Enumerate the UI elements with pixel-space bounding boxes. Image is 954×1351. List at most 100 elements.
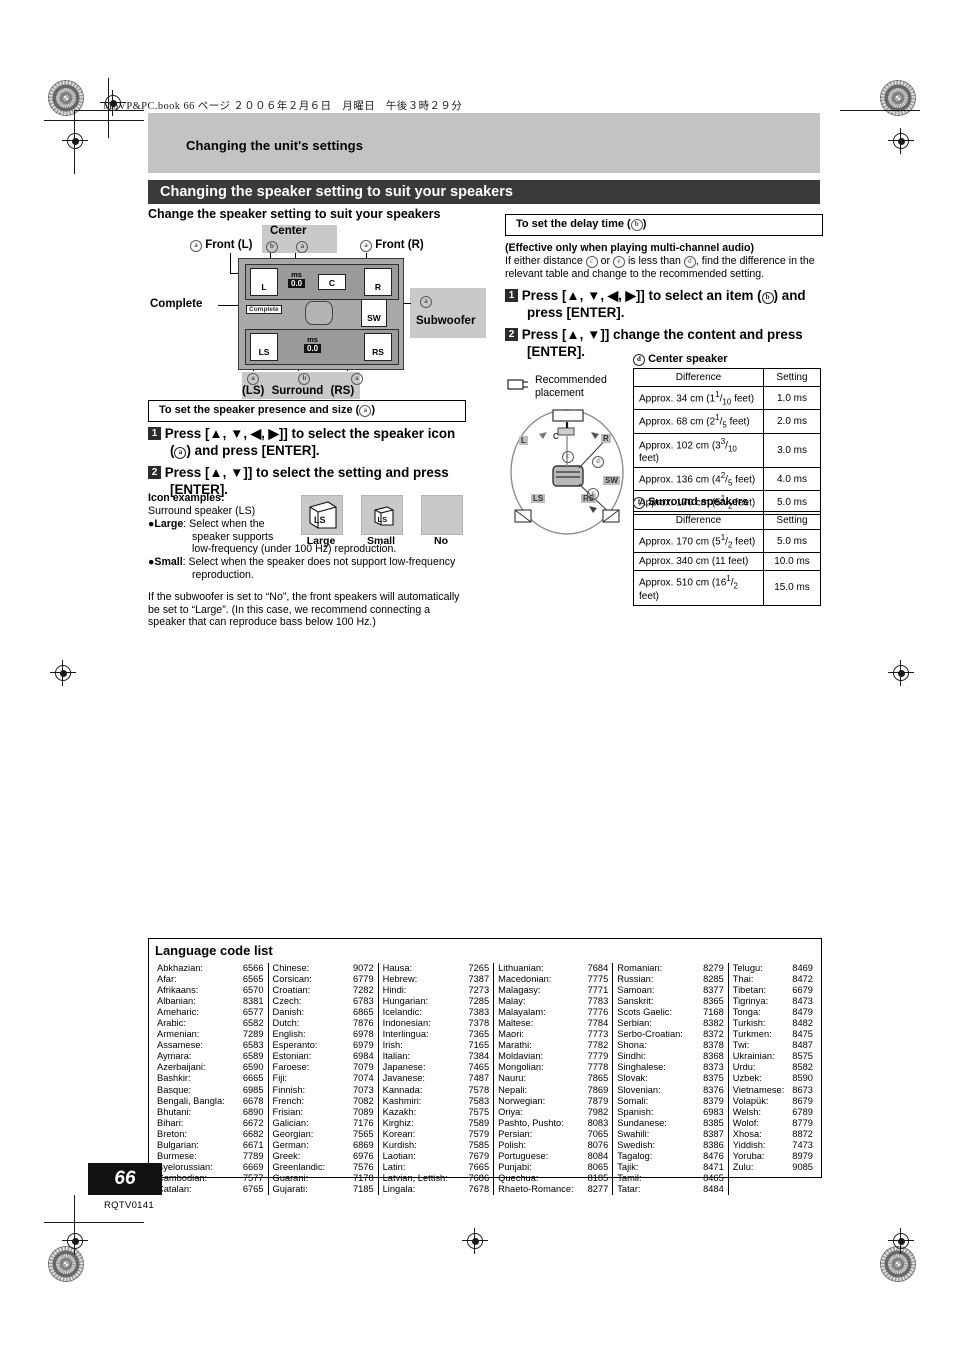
language-row: Faroese: 7079 <box>273 1062 374 1073</box>
language-row: Spanish: 6983 <box>617 1107 724 1118</box>
language-row: Malagasy: 7771 <box>498 985 608 996</box>
language-row: Xhosa: 8872 <box>733 1129 813 1140</box>
language-code: 7665 <box>468 1161 490 1172</box>
language-row: Oriya: 7982 <box>498 1107 608 1118</box>
complete-button[interactable]: Complete <box>246 305 282 314</box>
registration-mark-ml <box>50 660 76 686</box>
language-name: Arabic: <box>157 1018 186 1029</box>
speaker-icon-r[interactable]: R <box>364 268 392 296</box>
language-code: 7678 <box>468 1183 490 1194</box>
speaker-l-label: L <box>261 282 267 292</box>
language-code: 8378 <box>703 1040 724 1051</box>
speaker-icon-rs[interactable]: RS <box>364 333 392 361</box>
language-name: Zulu: <box>732 1161 754 1172</box>
language-row: Icelandic: 7383 <box>383 1007 490 1018</box>
language-row: Nepali: 7869 <box>498 1085 608 1096</box>
language-name: Hebrew: <box>382 974 418 985</box>
language-row: Sindhi: 8368 <box>617 1051 724 1062</box>
speaker-icon-ls[interactable]: LS <box>250 333 278 361</box>
language-name: Armenian: <box>157 1029 200 1040</box>
language-name: Hungarian: <box>382 996 429 1007</box>
language-name: Chinese: <box>272 963 310 973</box>
language-code: 7779 <box>587 1051 609 1062</box>
step-number-1: 1 <box>148 427 161 440</box>
language-row: Urdu: 8582 <box>733 1062 813 1073</box>
language-code: 8872 <box>792 1128 813 1139</box>
mark-b-icon: b <box>630 219 643 231</box>
language-row: Assamese: 6583 <box>157 1040 264 1051</box>
language-row: Kazakh: 7575 <box>383 1107 490 1118</box>
language-name: Cambodian: <box>157 1172 208 1183</box>
language-code: 7789 <box>242 1150 264 1161</box>
language-name: Volapük: <box>732 1095 769 1106</box>
language-name: Afrikaans: <box>157 985 199 996</box>
language-row: Ameharic: 6577 <box>157 1007 264 1018</box>
speaker-icon-l[interactable]: L <box>250 268 278 296</box>
center-delay-badge[interactable]: ms 0.0 <box>288 270 306 288</box>
language-code: 8379 <box>703 1095 724 1106</box>
language-row: Korean: 7579 <box>383 1129 490 1140</box>
mark-e-icon: e <box>613 255 625 268</box>
surround-delay-badge[interactable]: ms 0.0 <box>304 335 322 353</box>
listener-seat-icon <box>305 301 333 325</box>
language-row: Moldavian: 7779 <box>498 1051 608 1062</box>
language-name: Tajik: <box>617 1161 639 1172</box>
language-code: 7074 <box>352 1073 374 1084</box>
language-code: 7065 <box>587 1128 609 1139</box>
language-code: 8473 <box>792 996 813 1007</box>
icon-example-small: LS <box>361 495 403 535</box>
language-code: 7473 <box>792 1139 813 1150</box>
language-row: Pashto, Pushto: 8083 <box>498 1118 608 1129</box>
language-row: Malayalam: 7776 <box>498 1007 608 1018</box>
language-name: Basque: <box>157 1084 192 1095</box>
language-code: 7079 <box>352 1062 374 1073</box>
speaker-icon-c[interactable]: C <box>318 274 346 290</box>
rs-text: (RS) <box>330 385 355 397</box>
page-number: 66 <box>114 1168 136 1189</box>
language-code: 7775 <box>587 974 609 985</box>
note-line-2: be set to “Large”. (In this case, we rec… <box>148 603 431 616</box>
language-row: Turkish: 8482 <box>733 1018 813 1029</box>
language-row: Tajik: 8471 <box>617 1162 724 1173</box>
language-name: Estonian: <box>272 1051 312 1062</box>
bullet-large-term: Large <box>154 518 184 531</box>
language-row: German: 6869 <box>273 1140 374 1151</box>
placement-tag-sw: SW <box>603 476 620 485</box>
page-title: Changing the speaker setting to suit you… <box>160 184 513 200</box>
language-code: 6583 <box>242 1040 264 1051</box>
language-column: Telugu: 8469 Thai: 8472 Tibetan: 6679 Tigrinya… <box>727 963 817 1195</box>
language-name: Czech: <box>272 996 302 1007</box>
language-name: English: <box>272 1029 306 1040</box>
table-header-row: Difference Setting <box>633 511 821 530</box>
delay-time-box: To set the delay time (b) <box>505 214 823 236</box>
language-code: 8375 <box>703 1073 724 1084</box>
language-row: Thai: 8472 <box>733 974 813 985</box>
language-name: Bulgarian: <box>157 1139 199 1150</box>
language-code: 7578 <box>468 1084 490 1095</box>
surround-text: Surround <box>271 385 324 397</box>
language-code: 6789 <box>792 1106 813 1117</box>
mark-d-icon: d <box>683 255 696 268</box>
language-name: Azerbaijani: <box>157 1062 206 1073</box>
language-code: 7773 <box>587 1029 609 1040</box>
language-row: Malay: 7783 <box>498 996 608 1007</box>
right-step-1: 1 Press [▲, ▼, ◀, ▶]] to select an item … <box>505 287 825 321</box>
language-name: Romanian: <box>617 963 663 973</box>
language-row: Swahili: 8387 <box>617 1129 724 1140</box>
language-name: Norwegian: <box>498 1095 546 1106</box>
speaker-icon-sw[interactable]: SW <box>361 299 387 327</box>
cell-setting: 15.0 ms <box>763 570 821 606</box>
language-code: 6779 <box>352 974 374 985</box>
label-complete: Complete <box>150 298 202 310</box>
language-code: 8083 <box>587 1117 609 1128</box>
icon-caption-small: Small <box>366 535 395 547</box>
language-row: Guarani: 7178 <box>273 1173 374 1184</box>
language-code: 8065 <box>587 1161 609 1172</box>
language-code: 6570 <box>242 985 264 996</box>
language-code: 8472 <box>792 974 813 985</box>
ms-unit-label: ms <box>291 270 302 279</box>
language-name: Twi: <box>732 1040 750 1051</box>
language-name: Aymara: <box>157 1051 192 1062</box>
mark-b-icon: b <box>266 241 278 253</box>
note-line-3: speaker that can reproduce bass below 10… <box>148 616 376 629</box>
